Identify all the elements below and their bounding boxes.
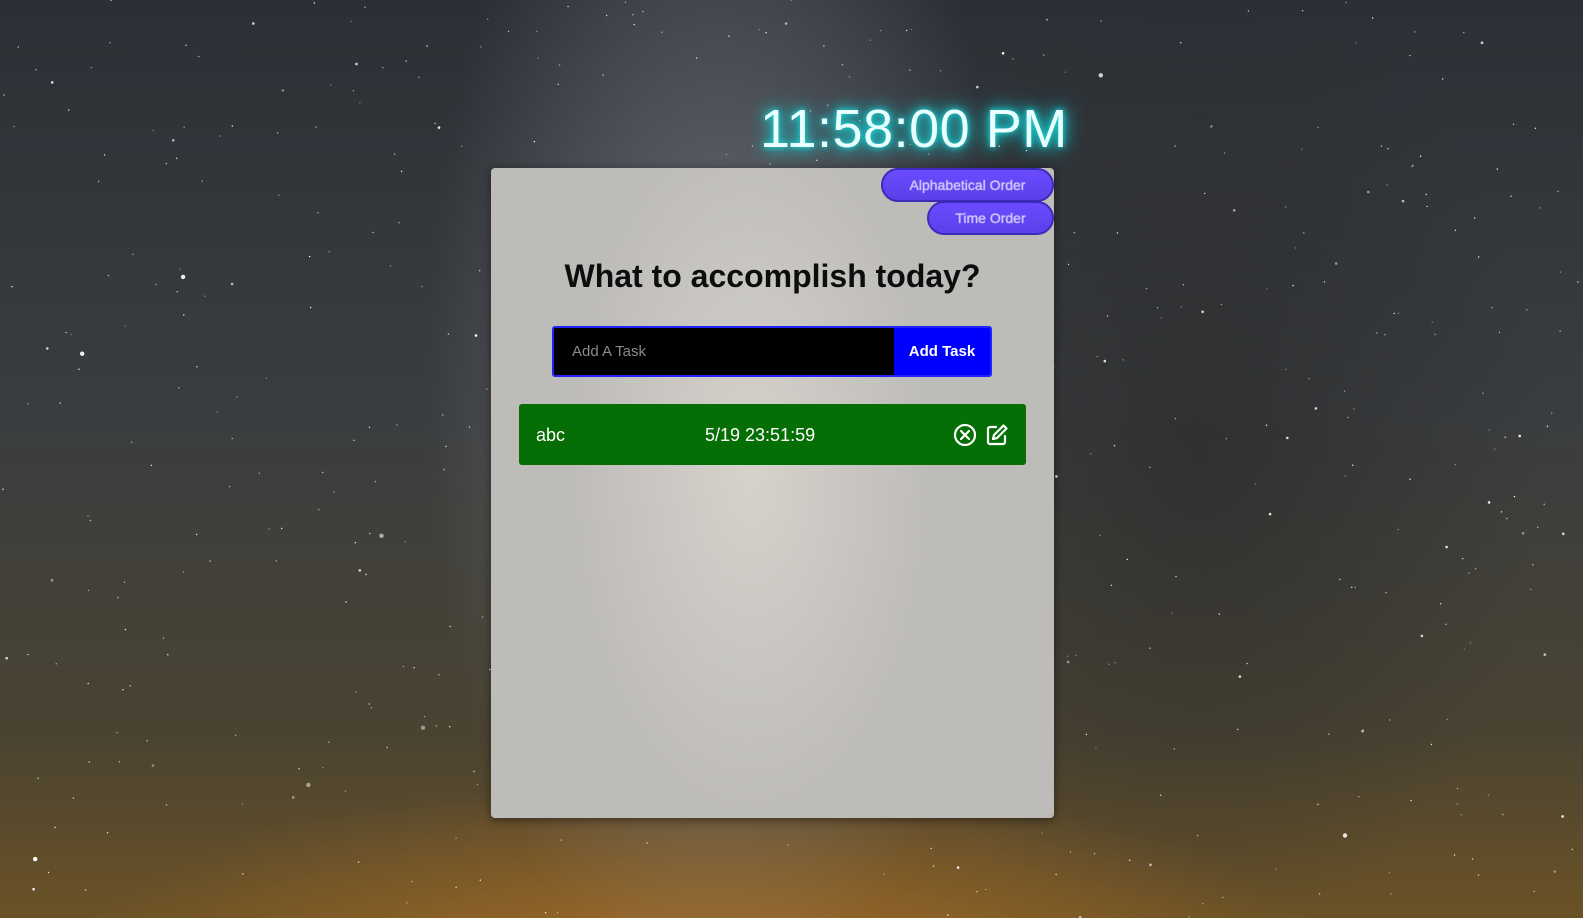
add-task-form: Add Task [552,326,992,377]
task-timestamp: 5/19 23:51:59 [705,425,816,445]
sort-time-button[interactable]: Time Order [927,201,1054,235]
delete-task-icon[interactable] [952,422,978,448]
digital-clock: 11:58:00 PM [760,99,1068,159]
task-input[interactable] [554,328,894,375]
edit-task-icon[interactable] [984,422,1010,448]
sort-alphabetical-button[interactable]: Alphabetical Order [881,168,1054,202]
task-item: abc 5/19 23:51:59 [519,404,1026,465]
page-title: What to accomplish today? [564,258,981,294]
task-name: abc [536,425,566,445]
add-task-button[interactable]: Add Task [894,328,990,375]
